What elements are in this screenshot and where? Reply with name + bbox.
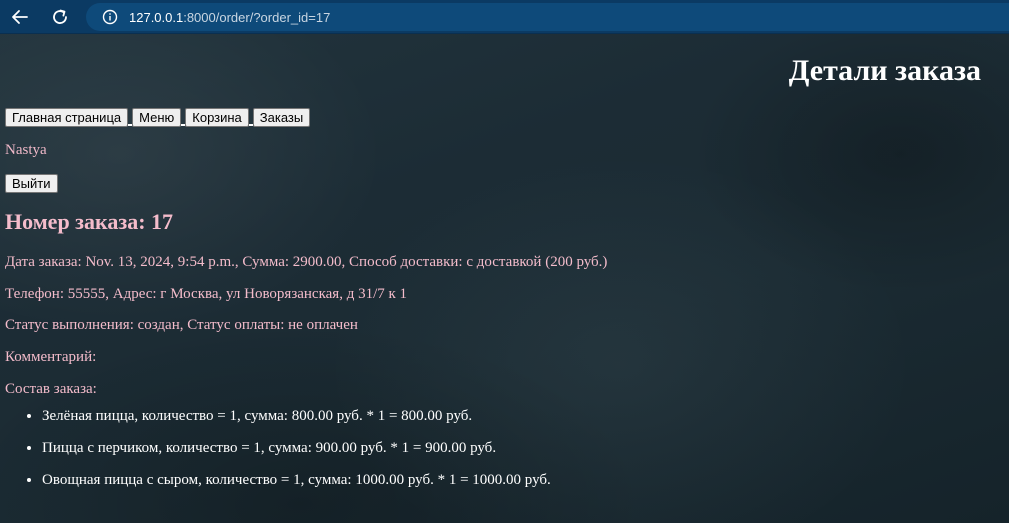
order-items-label: Состав заказа:	[5, 381, 97, 397]
list-item: Овощная пицца с сыром, количество = 1, с…	[42, 470, 551, 490]
orders-button[interactable]: Заказы	[252, 108, 311, 127]
info-icon[interactable]	[102, 9, 118, 25]
url-path: :8000/order/?order_id=17	[183, 9, 331, 25]
list-item: Пицца с перчиком, количество = 1, сумма:…	[42, 438, 551, 458]
back-button[interactable]	[6, 4, 34, 30]
page-title: Детали заказа	[788, 54, 981, 87]
order-items-list: Зелёная пицца, количество = 1, сумма: 80…	[0, 406, 551, 502]
arrow-left-icon	[12, 10, 28, 24]
home-page-button[interactable]: Главная страница	[5, 108, 129, 127]
menu-button[interactable]: Меню	[132, 108, 182, 127]
reload-button[interactable]	[46, 4, 74, 30]
cart-button[interactable]: Корзина	[185, 108, 249, 127]
order-date-sum-delivery: Дата заказа: Nov. 13, 2024, 9:54 p.m., С…	[5, 254, 608, 270]
nav-menu: Главная страница Меню Корзина Заказы	[5, 108, 311, 127]
url-host: 127.0.0.1	[129, 9, 184, 25]
url-text: 127.0.0.1:8000/order/?order_id=17	[129, 10, 330, 25]
logout-button[interactable]: Выйти	[5, 174, 58, 193]
order-number-heading: Номер заказа: 17	[5, 209, 174, 234]
reload-icon	[53, 9, 67, 24]
comment-label: Комментарий:	[5, 349, 97, 365]
order-status: Статус выполнения: создан, Статус оплаты…	[5, 317, 358, 333]
page-viewport: Детали заказа Главная страница Меню Корз…	[0, 34, 1009, 523]
list-item: Зелёная пицца, количество = 1, сумма: 80…	[42, 406, 551, 426]
address-bar[interactable]: 127.0.0.1:8000/order/?order_id=17	[86, 3, 1009, 31]
browser-toolbar: 127.0.0.1:8000/order/?order_id=17	[0, 0, 1009, 34]
phone-address: Телефон: 55555, Адрес: г Москва, ул Ново…	[5, 286, 408, 302]
username: Nastya	[5, 142, 47, 158]
